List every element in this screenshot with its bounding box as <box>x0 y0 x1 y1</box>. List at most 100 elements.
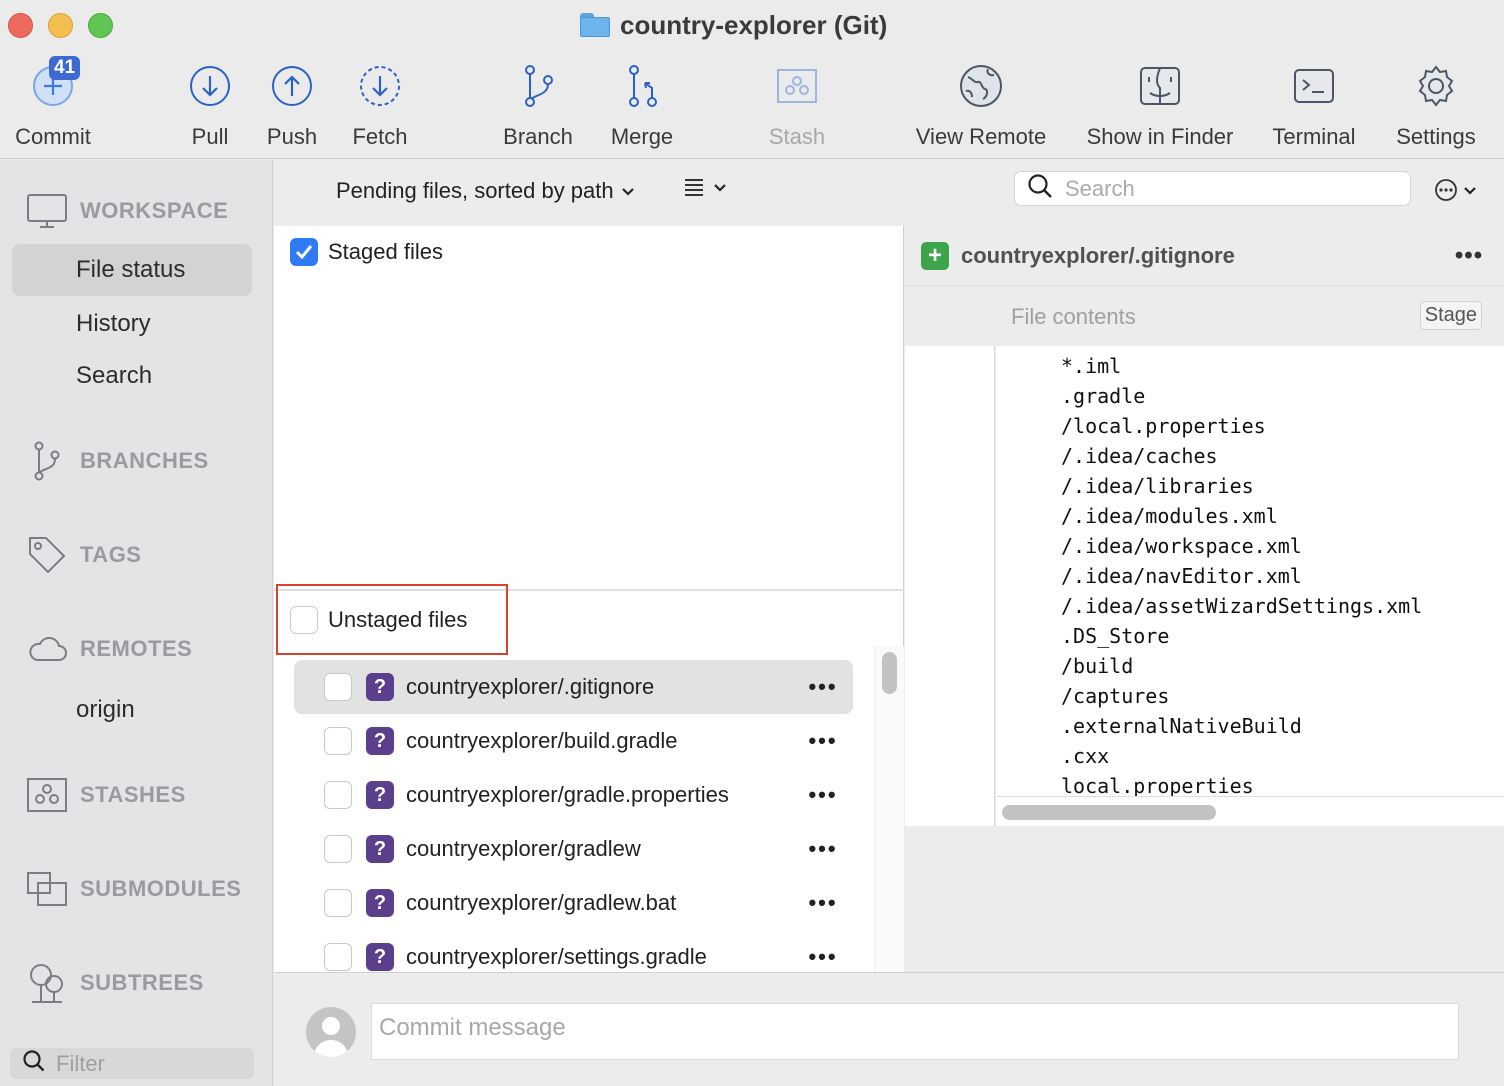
terminal-icon <box>1286 58 1342 114</box>
merge-icon <box>614 58 670 114</box>
line-number-gutter <box>905 287 995 826</box>
search-input[interactable]: Search <box>1014 171 1411 206</box>
question-icon: ? <box>366 943 394 971</box>
view-remote-button[interactable]: View Remote <box>912 58 1050 150</box>
avatar-icon <box>306 1007 356 1057</box>
file-list-scrollbar[interactable] <box>874 646 904 972</box>
sidebar-section-label: SUBTREES <box>80 970 204 995</box>
sidebar-section-workspace[interactable]: WORKSPACE <box>26 190 228 232</box>
code-line: /.idea/assetWizardSettings.xml <box>1061 594 1423 618</box>
file-checkbox[interactable] <box>324 673 352 701</box>
scrollbar-thumb[interactable] <box>1002 805 1216 820</box>
stage-hunk-button[interactable]: Stage <box>1419 301 1482 330</box>
staged-files-header: Staged files <box>290 238 443 266</box>
sidebar-item-history[interactable]: History <box>12 298 252 350</box>
file-checkbox[interactable] <box>324 835 352 863</box>
question-icon: ? <box>366 673 394 701</box>
sidebar-item-origin[interactable]: origin <box>12 684 252 736</box>
diff-code: *.iml .gradle /local.properties /.idea/c… <box>996 346 1504 796</box>
unstaged-files-checkbox[interactable] <box>290 605 318 634</box>
code-line: /build <box>1061 654 1134 678</box>
fetch-button[interactable]: Fetch <box>346 58 414 150</box>
file-more-button[interactable]: ••• <box>793 674 853 700</box>
file-checkbox[interactable] <box>324 943 352 971</box>
sidebar-item-file-status[interactable]: File status <box>12 244 252 296</box>
sidebar-section-remotes[interactable]: REMOTES <box>26 628 192 670</box>
sidebar-section-stashes[interactable]: STASHES <box>26 774 186 816</box>
branch-icon <box>510 58 566 114</box>
question-icon: ? <box>366 889 394 917</box>
sort-label: Pending files, sorted by path <box>336 178 614 203</box>
file-name: countryexplorer/gradlew <box>406 836 641 861</box>
fetch-dashed-circle-icon <box>352 58 408 114</box>
gutter-header <box>905 287 995 346</box>
stash-button[interactable]: Stash <box>766 58 828 150</box>
diff-pane: + countryexplorer/.gitignore ••• File co… <box>905 226 1504 972</box>
file-checkbox[interactable] <box>324 889 352 917</box>
file-more-button[interactable]: ••• <box>793 890 853 916</box>
sidebar-section-submodules[interactable]: SUBMODULES <box>26 868 241 910</box>
zoom-window-button[interactable] <box>88 13 113 38</box>
terminal-button[interactable]: Terminal <box>1268 58 1360 150</box>
commit-button[interactable]: 41 Commit <box>10 56 96 150</box>
hunk-header: File contents Stage <box>996 287 1504 346</box>
sidebar: WORKSPACE File status History Search BRA… <box>0 160 273 1086</box>
commit-count-badge: 41 <box>49 56 81 80</box>
sort-dropdown[interactable]: Pending files, sorted by path <box>336 178 636 204</box>
show-in-finder-button[interactable]: Show in Finder <box>1082 58 1238 150</box>
sidebar-filter-field[interactable]: Filter <box>10 1048 254 1079</box>
window-title-text: country-explorer (Git) <box>620 9 888 40</box>
commit-message-input[interactable]: Commit message <box>371 1003 1459 1060</box>
file-contents-label: File contents <box>1011 303 1136 329</box>
sidebar-section-branches[interactable]: BRANCHES <box>26 440 209 482</box>
file-row[interactable]: ? countryexplorer/gradle.properties ••• <box>294 768 853 822</box>
file-more-button[interactable]: ••• <box>793 728 853 754</box>
scrollbar-thumb[interactable] <box>882 652 897 694</box>
push-button[interactable]: Push <box>264 58 320 150</box>
sidebar-section-label: TAGS <box>80 542 142 567</box>
code-line: /.idea/modules.xml <box>1061 504 1278 528</box>
code-line: local.properties <box>1061 774 1254 796</box>
view-remote-label: View Remote <box>915 124 1047 149</box>
branch-icon <box>26 440 68 482</box>
plus-circle-icon: 41 <box>25 56 81 114</box>
code-line: .gradle <box>1061 384 1146 408</box>
pull-button[interactable]: Pull <box>182 58 238 150</box>
file-name: countryexplorer/gradle.properties <box>406 782 729 807</box>
file-row[interactable]: ? countryexplorer/.gitignore ••• <box>294 660 853 714</box>
diff-more-button[interactable]: ••• <box>1434 242 1504 270</box>
list-icon <box>684 178 704 201</box>
unstaged-files-label: Unstaged files <box>328 606 468 632</box>
search-icon <box>22 1049 46 1079</box>
submodule-icon <box>26 868 68 910</box>
sidebar-section-label: BRANCHES <box>80 448 209 473</box>
file-row[interactable]: ? countryexplorer/build.gradle ••• <box>294 714 853 768</box>
search-icon <box>1027 173 1053 205</box>
file-checkbox[interactable] <box>324 727 352 755</box>
sidebar-section-tags[interactable]: TAGS <box>26 534 141 576</box>
file-row[interactable]: ? countryexplorer/settings.gradle ••• <box>294 930 853 972</box>
file-row[interactable]: ? countryexplorer/gradlew.bat ••• <box>294 876 853 930</box>
diff-horizontal-scrollbar[interactable] <box>996 796 1504 826</box>
view-mode-dropdown[interactable] <box>684 178 728 201</box>
globe-icon <box>953 58 1009 114</box>
merge-button[interactable]: Merge <box>608 58 676 150</box>
file-row[interactable]: ? countryexplorer/gradlew ••• <box>294 822 853 876</box>
staged-files-checkbox[interactable] <box>290 238 318 266</box>
file-more-button[interactable]: ••• <box>793 836 853 862</box>
options-dropdown[interactable] <box>1434 178 1478 207</box>
tree-icon <box>26 962 68 1004</box>
branch-button[interactable]: Branch <box>500 58 576 150</box>
sidebar-item-search[interactable]: Search <box>12 350 252 402</box>
branch-label: Branch <box>503 124 573 149</box>
close-window-button[interactable] <box>8 13 33 38</box>
sidebar-section-subtrees[interactable]: SUBTREES <box>26 962 204 1004</box>
file-checkbox[interactable] <box>324 781 352 809</box>
file-more-button[interactable]: ••• <box>793 782 853 808</box>
minimize-window-button[interactable] <box>48 13 73 38</box>
settings-button[interactable]: Settings <box>1390 58 1482 150</box>
stash-label: Stash <box>768 124 826 149</box>
code-line: /captures <box>1061 684 1170 708</box>
code-line: /.idea/libraries <box>1061 474 1254 498</box>
file-more-button[interactable]: ••• <box>793 944 853 970</box>
